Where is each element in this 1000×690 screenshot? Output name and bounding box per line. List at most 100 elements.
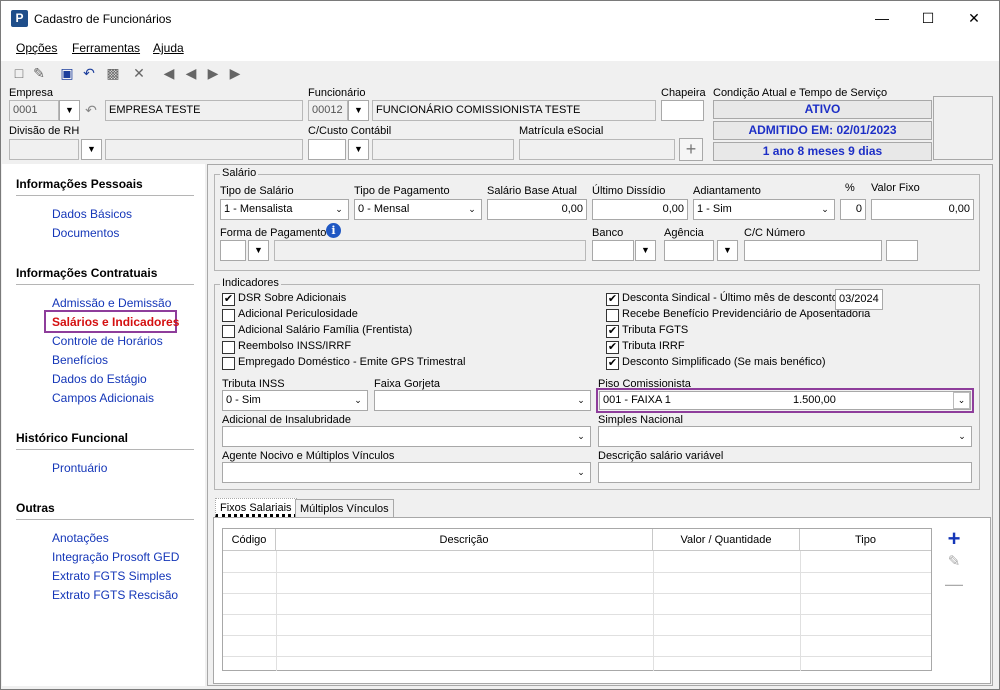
chevron-down-icon[interactable]: ⌄	[572, 463, 590, 482]
close-button[interactable]: ✕	[951, 1, 997, 35]
col-header-tipo[interactable]: Tipo	[800, 529, 931, 551]
left-checkbox-0[interactable]: ✔	[222, 293, 235, 306]
cc-digito-input[interactable]	[886, 240, 918, 261]
employee-photo[interactable]	[933, 96, 993, 160]
right-checkbox-0[interactable]: ✔	[606, 293, 619, 306]
chevron-down-icon[interactable]: ⌄	[572, 391, 590, 410]
ultimo-mes-desconto-input[interactable]: 03/2024	[835, 289, 883, 310]
agente-nocivo-select[interactable]	[222, 462, 591, 483]
tributa-inss-label: Tributa INSS	[222, 378, 285, 390]
edit-pencil-icon[interactable]: ✎	[31, 65, 47, 81]
tab-fixos-salariais[interactable]: Fixos Salariais	[215, 498, 297, 517]
adicional-insalubridade-select[interactable]	[222, 426, 591, 447]
save-icon[interactable]: ▣	[59, 65, 75, 81]
col-header-codigo[interactable]: Código	[223, 529, 276, 551]
chevron-down-icon[interactable]: ⌄	[953, 427, 971, 446]
percent-input[interactable]: 0	[840, 199, 866, 220]
ccusto-dropdown-button[interactable]: ▼	[348, 139, 369, 160]
minimize-button[interactable]: —	[859, 1, 905, 35]
nav-prontuario[interactable]: Prontuário	[52, 461, 107, 475]
descricao-salario-variavel-input[interactable]	[598, 462, 972, 483]
print-icon[interactable]: ▩	[105, 65, 121, 81]
grid-row-line	[223, 635, 931, 636]
undo-icon[interactable]: ↶	[81, 65, 97, 81]
banco-dropdown-button[interactable]: ▼	[635, 240, 656, 261]
new-document-icon[interactable]: □	[11, 65, 27, 81]
add-row-plus-icon[interactable]: +	[945, 528, 963, 550]
funcionario-code-input[interactable]: 00012	[308, 100, 348, 121]
edit-row-pencil-icon[interactable]: ✎	[945, 553, 963, 571]
forma-pagamento-input[interactable]	[220, 240, 246, 261]
agencia-input[interactable]	[664, 240, 714, 261]
menu-ajuda[interactable]: Ajuda	[153, 41, 184, 55]
divisao-rh-input[interactable]	[9, 139, 79, 160]
adiantamento-select[interactable]: 1 - Sim	[693, 199, 835, 220]
agencia-dropdown-button[interactable]: ▼	[717, 240, 738, 261]
salario-base-input[interactable]: 0,00	[487, 199, 587, 220]
fixos-salariais-grid[interactable]: Código Descrição Valor / Quantidade Tipo	[222, 528, 932, 671]
tab-multiplos-vinculos[interactable]: Múltiplos Vínculos	[295, 499, 394, 518]
piso-amount: 1.500,00	[793, 394, 836, 406]
nav-extrato-fgts-simples[interactable]: Extrato FGTS Simples	[52, 569, 171, 583]
ultimo-dissidio-input[interactable]: 0,00	[592, 199, 688, 220]
chapeira-input[interactable]	[661, 100, 704, 121]
nav-dados-estagio[interactable]: Dados do Estágio	[52, 372, 147, 386]
ccusto-input[interactable]	[308, 139, 346, 160]
menu-opcoes[interactable]: Opções	[16, 41, 57, 55]
next-record-icon[interactable]: ▶	[205, 65, 221, 81]
previous-record-icon[interactable]: ◀	[183, 65, 199, 81]
last-record-icon[interactable]: ▶	[227, 65, 243, 81]
banco-input[interactable]	[592, 240, 634, 261]
left-checkbox-1[interactable]	[222, 309, 235, 322]
right-checkbox-4[interactable]: ✔	[606, 357, 619, 370]
chevron-down-icon[interactable]: ⌄	[572, 427, 590, 446]
nav-admissao-demissao[interactable]: Admissão e Demissão	[52, 296, 171, 310]
right-checkbox-1[interactable]	[606, 309, 619, 322]
nav-dados-basicos[interactable]: Dados Básicos	[52, 207, 132, 221]
chevron-down-icon[interactable]: ⌄	[349, 391, 367, 410]
chevron-down-icon[interactable]: ⌄	[330, 200, 348, 219]
chevron-down-icon[interactable]: ⌄	[953, 392, 970, 409]
nav-anotacoes[interactable]: Anotações	[52, 531, 109, 545]
empresa-undo-icon[interactable]: ↶	[83, 102, 99, 118]
right-checkbox-label-3: Tributa IRRF	[622, 340, 685, 352]
left-checkbox-4[interactable]	[222, 357, 235, 370]
left-checkbox-3[interactable]	[222, 341, 235, 354]
right-checkbox-3[interactable]: ✔	[606, 341, 619, 354]
left-checkbox-2[interactable]	[222, 325, 235, 338]
section-outras: Outras	[16, 501, 55, 515]
valor-fixo-input[interactable]: 0,00	[871, 199, 974, 220]
col-header-descricao[interactable]: Descrição	[276, 529, 653, 551]
faixa-gorjeta-select[interactable]	[374, 390, 591, 411]
ccusto-label: C/Custo Contábil	[308, 125, 392, 137]
col-header-valor-quantidade[interactable]: Valor / Quantidade	[653, 529, 800, 551]
maximize-button[interactable]: ☐	[905, 1, 951, 35]
add-plus-icon[interactable]: +	[679, 138, 703, 161]
tributa-inss-select[interactable]: 0 - Sim	[222, 390, 368, 411]
delete-icon[interactable]: ✕	[131, 65, 147, 81]
funcionario-dropdown-button[interactable]: ▼	[348, 100, 369, 121]
left-checkbox-label-3: Reembolso INSS/IRRF	[238, 340, 352, 352]
piso-comissionista-select[interactable]: 001 - FAIXA 1 1.500,00	[599, 391, 971, 410]
nav-salarios-indicadores[interactable]: Salários e Indicadores	[52, 315, 179, 329]
menu-ferramentas[interactable]: Ferramentas	[72, 41, 140, 55]
first-record-icon[interactable]: ◀	[161, 65, 177, 81]
nav-campos-adicionais[interactable]: Campos Adicionais	[52, 391, 154, 405]
nav-beneficios[interactable]: Benefícios	[52, 353, 108, 367]
chevron-down-icon[interactable]: ⌄	[816, 200, 834, 219]
nav-extrato-fgts-rescisao[interactable]: Extrato FGTS Rescisão	[52, 588, 178, 602]
chevron-down-icon[interactable]: ⌄	[463, 200, 481, 219]
nav-integracao-ged[interactable]: Integração Prosoft GED	[52, 550, 179, 564]
divisao-rh-dropdown-button[interactable]: ▼	[81, 139, 102, 160]
simples-nacional-select[interactable]	[598, 426, 972, 447]
nav-controle-horarios[interactable]: Controle de Horários	[52, 334, 163, 348]
forma-pagamento-dropdown-button[interactable]: ▼	[248, 240, 269, 261]
cc-numero-input[interactable]	[744, 240, 882, 261]
matricula-esocial-input[interactable]	[519, 139, 675, 160]
right-checkbox-2[interactable]: ✔	[606, 325, 619, 338]
info-icon[interactable]: i	[326, 223, 341, 238]
nav-documentos[interactable]: Documentos	[52, 226, 119, 240]
remove-row-minus-icon[interactable]: —	[945, 575, 963, 593]
empresa-code-input[interactable]: 0001	[9, 100, 59, 121]
empresa-dropdown-button[interactable]: ▼	[59, 100, 80, 121]
